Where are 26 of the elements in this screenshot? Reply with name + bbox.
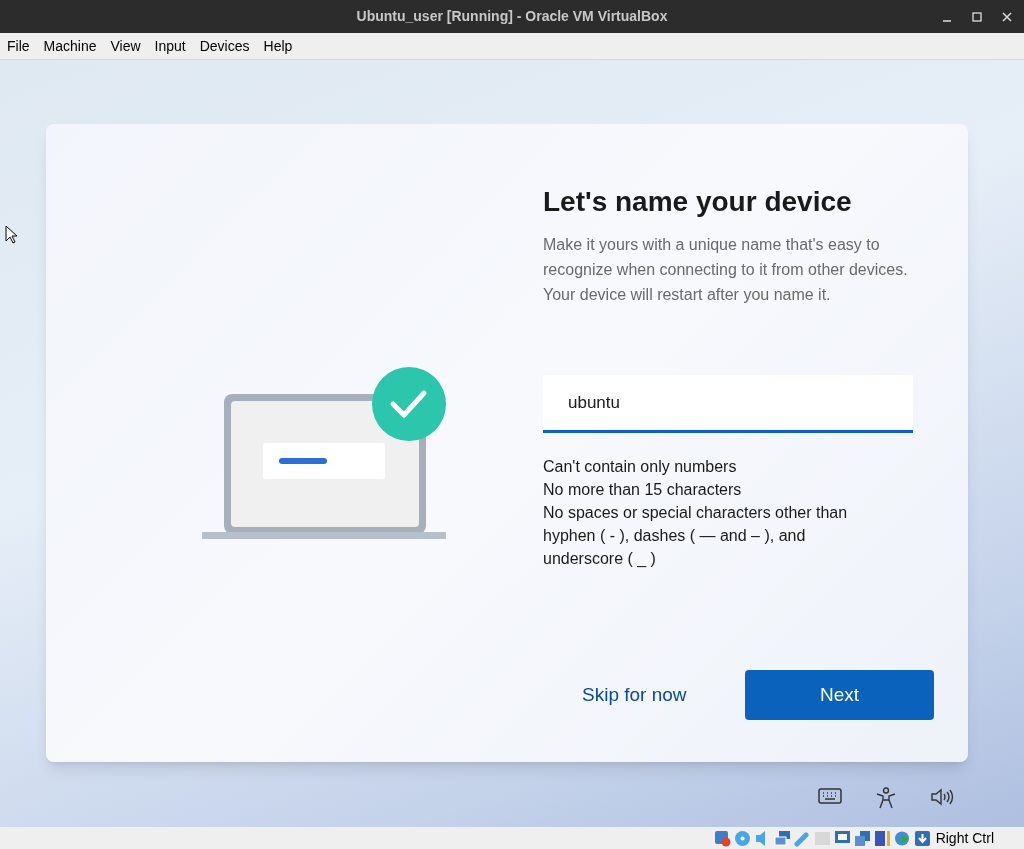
menu-item[interactable]: View [103,35,148,57]
cpu-meter-icon[interactable] [873,829,891,847]
keyboard-icon[interactable] [818,787,842,805]
next-button[interactable]: Next [745,670,934,720]
menu-item[interactable]: Input [147,35,193,57]
window-title: Ubuntu_user [Running] - Oracle VM VirtualBox [356,7,668,26]
page-heading: Let's name your device [543,185,853,219]
skip-link[interactable]: Skip for now [582,680,687,710]
rule-text: No spaces or special characters other than hyphen ( - ), dashes ( — and – ), and underscore ( _ ) [543,503,849,569]
menu-item[interactable]: Machine [36,35,104,57]
speaker-icon[interactable] [930,787,954,807]
network-icon[interactable] [773,829,791,847]
maximize-icon[interactable] [972,11,982,22]
accessibility-icon[interactable] [875,787,897,809]
optical-disc-icon[interactable] [733,829,751,847]
windows-icon[interactable] [853,829,871,847]
close-icon[interactable] [1002,11,1012,22]
menu-item[interactable]: Help [256,35,300,57]
mouse-pointer-icon [5,225,18,244]
rule-text: No more than 15 characters [543,480,743,500]
device-name-field[interactable]: ubuntu [543,375,913,433]
description-text: Make it yours with a unique name that's easy to recognize when connecting to it from other devices. Your device will restart after you name it. [543,235,909,305]
rule-text: Can't contain only numbers [543,457,738,477]
host-key-label: Right Ctrl [935,828,994,848]
menu-item[interactable]: Devices [192,35,257,57]
menu-item[interactable]: File [0,35,37,57]
